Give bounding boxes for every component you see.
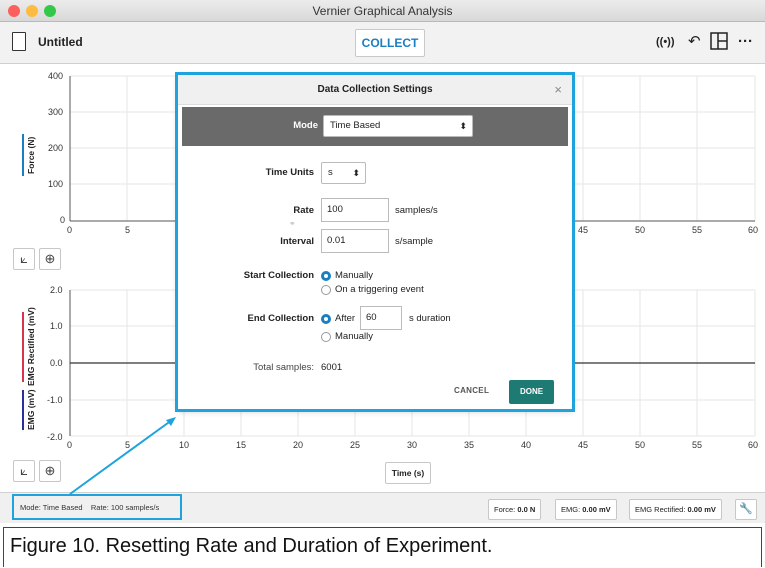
dialog-highlight-outline [175, 72, 575, 412]
